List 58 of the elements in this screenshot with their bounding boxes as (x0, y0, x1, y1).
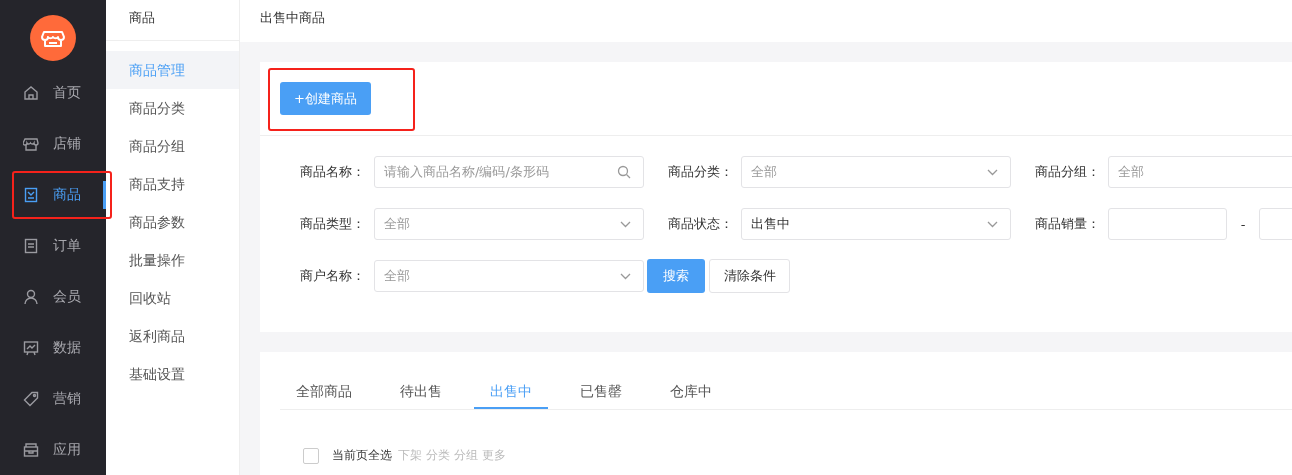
nav-item[interactable]: 订单 (0, 220, 106, 272)
range-separator: - (1239, 216, 1247, 232)
nav-item[interactable]: 商品 (0, 169, 106, 221)
nav-item[interactable]: 营销 (0, 373, 106, 425)
home-icon (23, 85, 39, 102)
nav-label: 应用 (53, 440, 81, 459)
submenu-item[interactable]: 返利商品 (106, 317, 239, 355)
select-all-label: 当前页全选 (332, 447, 392, 464)
submenu-item[interactable]: 商品参数 (106, 203, 239, 241)
checkbox[interactable] (303, 447, 319, 464)
filter-label: 商品状态： (668, 215, 734, 233)
min-input-field[interactable] (1108, 208, 1227, 240)
chevron-down-icon (620, 272, 631, 280)
tab[interactable]: 待出售 (384, 372, 458, 409)
chevron-down-icon (620, 220, 631, 228)
select-field[interactable]: 出售中 (741, 208, 1011, 240)
tab[interactable]: 已售罄 (564, 372, 638, 409)
order-icon (23, 238, 39, 254)
filter-label: 商品分类： (668, 163, 734, 181)
nav-label: 营销 (53, 389, 81, 408)
page-title: 出售中商品 (260, 10, 325, 25)
tab[interactable]: 全部商品 (280, 372, 368, 409)
chevron-down-icon (987, 168, 998, 176)
submenu-item[interactable]: 批量操作 (106, 241, 239, 279)
clear-button[interactable]: 清除条件 (709, 259, 790, 293)
nav-label: 商品 (53, 186, 81, 205)
goods-icon (23, 187, 39, 204)
active-indicator (103, 180, 106, 209)
filter-label: 商品类型： (300, 215, 366, 233)
user-icon (23, 288, 39, 305)
app-icon (23, 441, 39, 458)
submenu-item[interactable]: 商品分组 (106, 127, 239, 165)
tag-icon (23, 390, 39, 407)
nav-item[interactable]: 应用 (0, 424, 106, 475)
chart-icon (23, 339, 39, 356)
nav-label: 订单 (53, 237, 81, 255)
submenu-item[interactable]: 商品支持 (106, 165, 239, 203)
nav-label: 店铺 (53, 135, 81, 154)
nav-item[interactable]: 会员 (0, 271, 106, 323)
tab[interactable]: 仓库中 (654, 372, 728, 409)
filter-label: 商户名称： (300, 267, 366, 285)
search-icon (617, 165, 631, 179)
filter-label: 商品销量： (1035, 215, 1101, 233)
shop-icon (23, 136, 39, 153)
nav-label: 首页 (53, 84, 81, 103)
nav-item[interactable]: 店铺 (0, 118, 106, 170)
filter-label: 商品分组： (1035, 163, 1101, 181)
nav-item[interactable]: 数据 (0, 322, 106, 374)
chevron-down-icon (987, 220, 998, 228)
nav-label: 会员 (53, 287, 81, 306)
submenu-item[interactable]: 商品分类 (106, 89, 239, 127)
submenu-item[interactable]: 回收站 (106, 279, 239, 317)
nav-label: 数据 (53, 338, 81, 357)
submenu-item[interactable]: 基础设置 (106, 355, 239, 393)
nav-item[interactable]: 首页 (0, 67, 106, 119)
store-logo-icon (30, 15, 76, 61)
filter-label: 商品名称： (300, 163, 366, 181)
section-title: 商品 (106, 0, 239, 41)
